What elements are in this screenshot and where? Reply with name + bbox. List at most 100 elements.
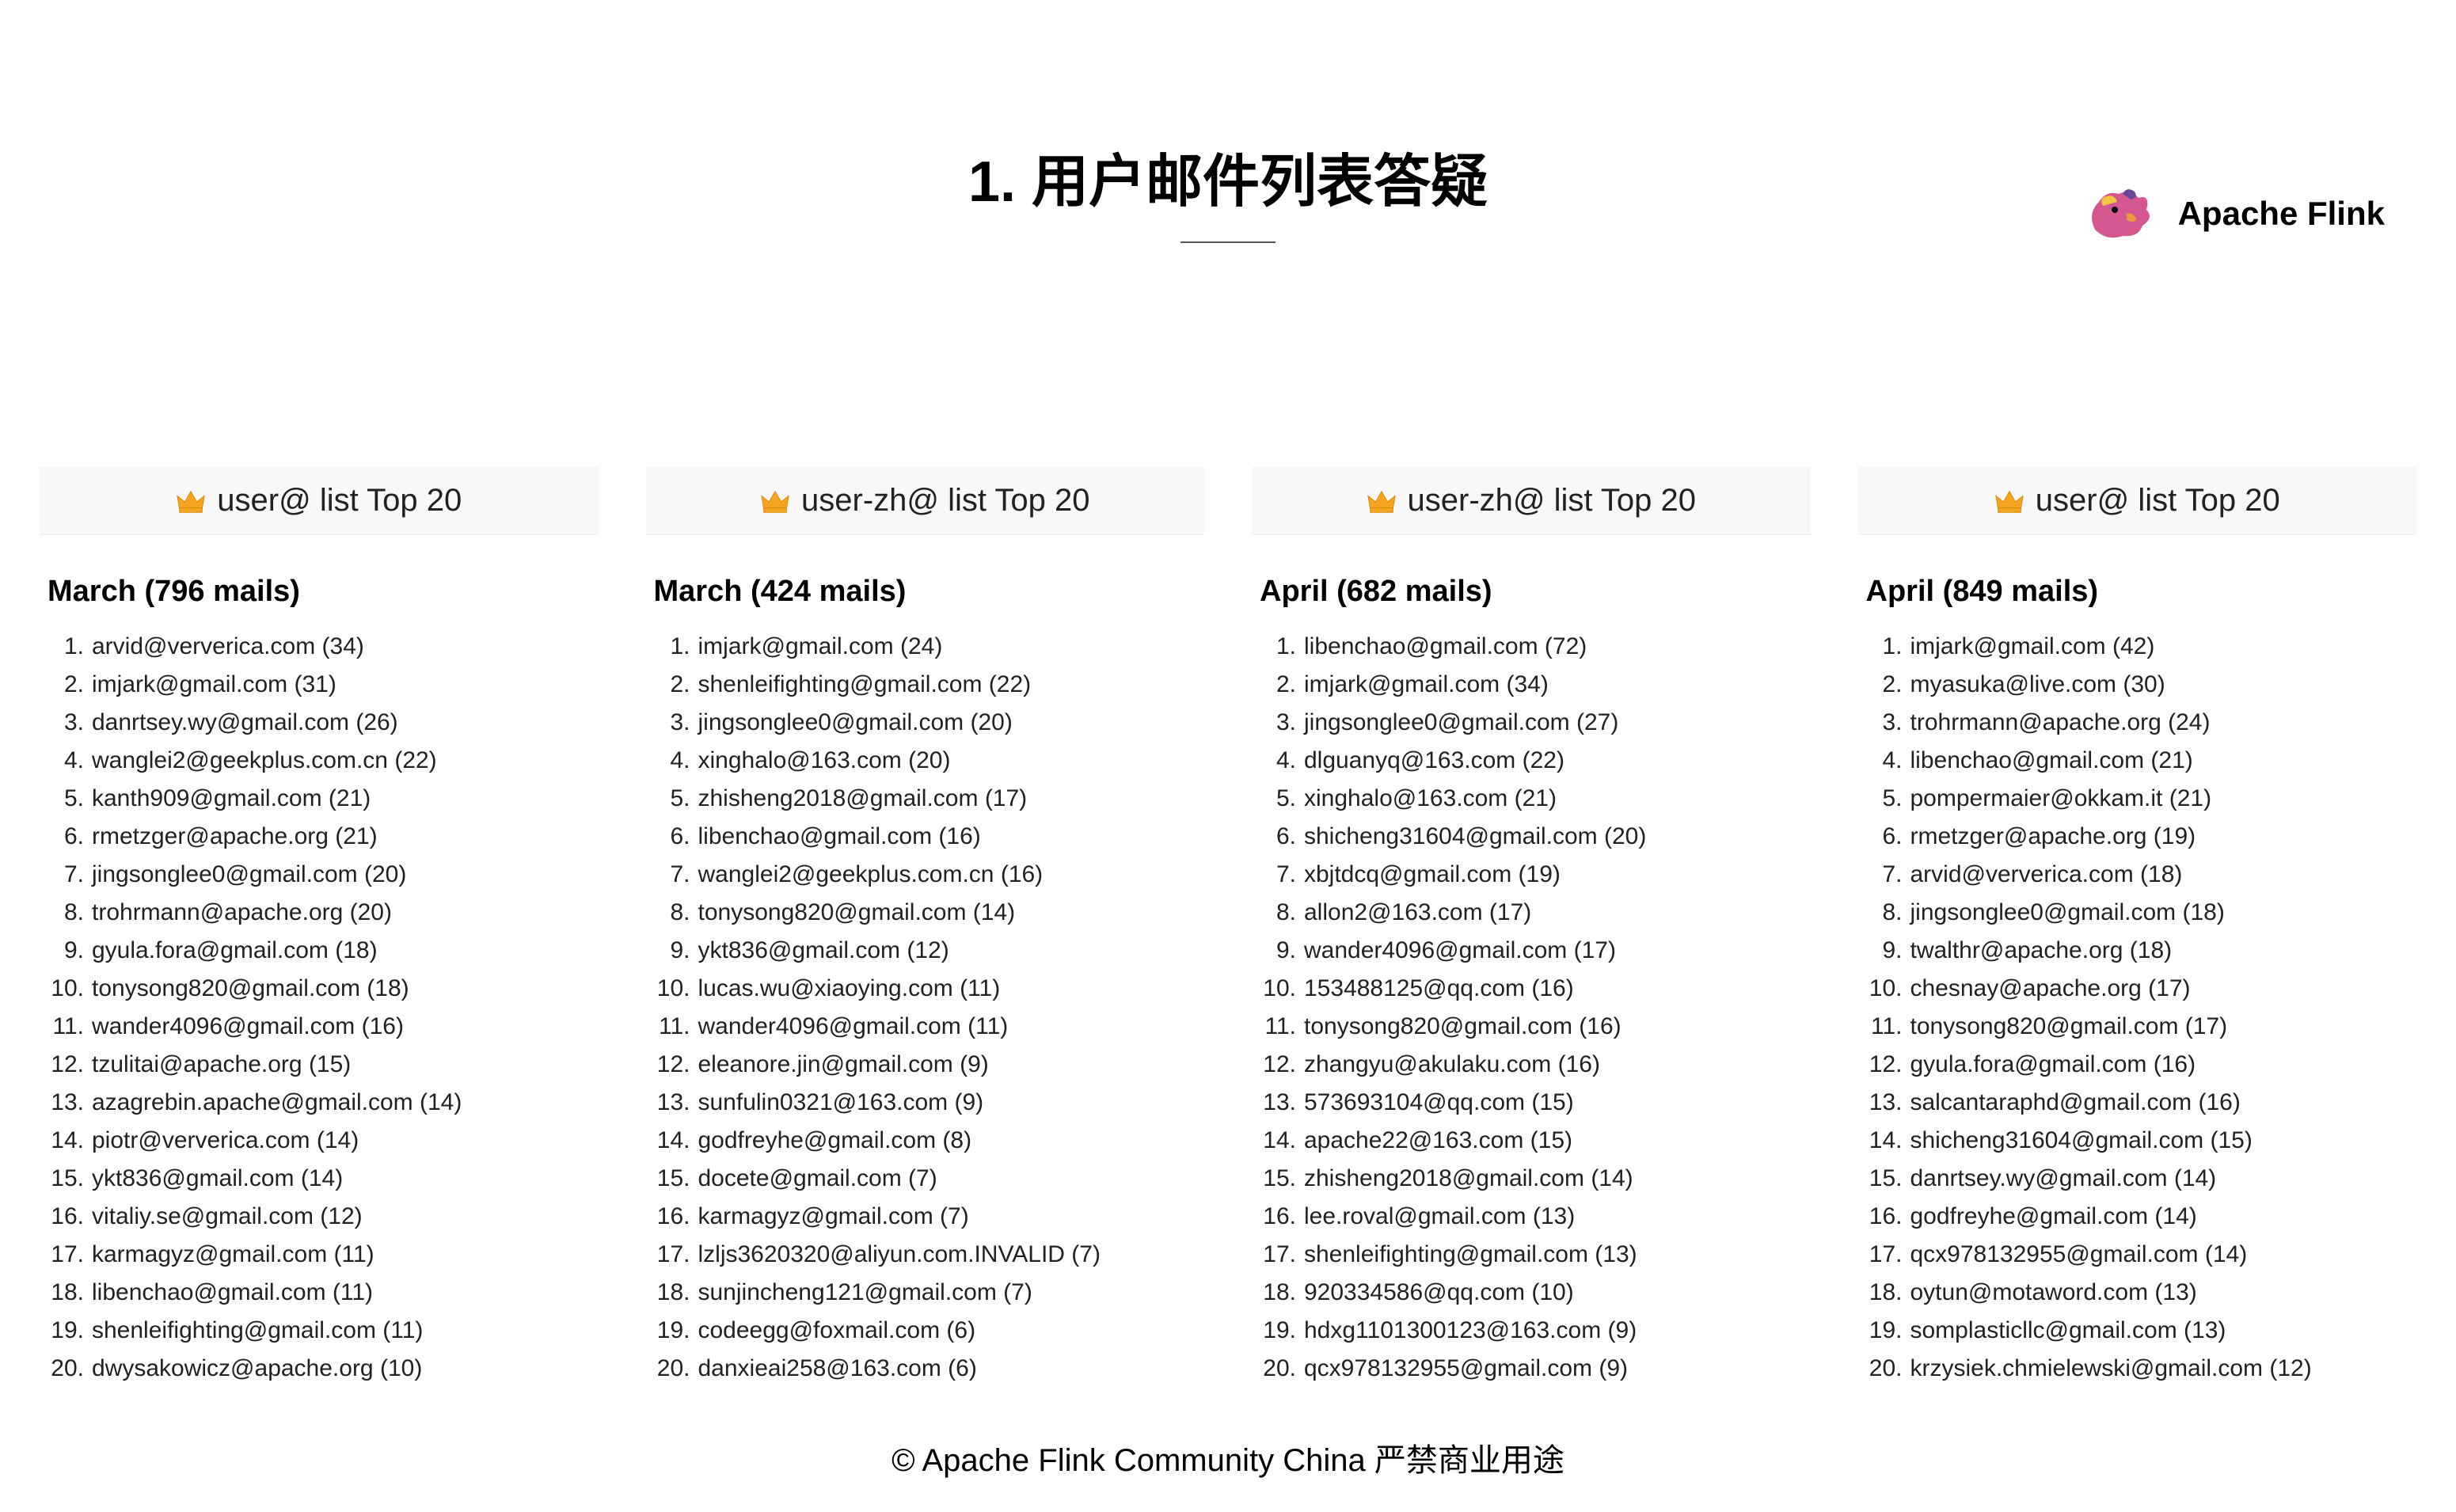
rank-number: 12. xyxy=(654,1046,690,1084)
title-underline xyxy=(1180,241,1276,243)
month-title-0: March (796 mails) xyxy=(40,575,599,609)
rank-number: 20. xyxy=(1260,1350,1296,1388)
list-item: 8.trohrmann@apache.org (20) xyxy=(48,894,599,932)
list-item: 2.imjark@gmail.com (31) xyxy=(48,666,599,704)
rank-entry: jingsonglee0@gmail.com (18) xyxy=(1910,894,2225,932)
rank-number: 19. xyxy=(48,1312,84,1350)
rank-number: 10. xyxy=(1866,970,1903,1008)
rank-number: 10. xyxy=(654,970,690,1008)
rank-entry: libenchao@gmail.com (16) xyxy=(698,818,981,856)
rank-number: 1. xyxy=(1260,628,1296,666)
rank-entry: danrtsey.wy@gmail.com (14) xyxy=(1910,1160,2217,1198)
rank-number: 9. xyxy=(1866,932,1903,970)
list-item: 19.shenleifighting@gmail.com (11) xyxy=(48,1312,599,1350)
column-header-text: user-zh@ list Top 20 xyxy=(1408,483,1696,519)
list-item: 15.ykt836@gmail.com (14) xyxy=(48,1160,599,1198)
column-0: user@ list Top 20 March (796 mails) 1.ar… xyxy=(16,467,622,1388)
list-item: 14.shicheng31604@gmail.com (15) xyxy=(1866,1122,2417,1160)
list-item: 1.imjark@gmail.com (42) xyxy=(1866,628,2417,666)
list-item: 19.hdxg1101300123@163.com (9) xyxy=(1260,1312,1811,1350)
column-3: user@ list Top 20 April (849 mails) 1.im… xyxy=(1834,467,2441,1388)
rank-entry: ykt836@gmail.com (14) xyxy=(92,1160,343,1198)
list-item: 20.qcx978132955@gmail.com (9) xyxy=(1260,1350,1811,1388)
list-item: 12.eleanore.jin@gmail.com (9) xyxy=(654,1046,1205,1084)
rank-number: 9. xyxy=(1260,932,1296,970)
rank-number: 8. xyxy=(1260,894,1296,932)
list-item: 16.godfreyhe@gmail.com (14) xyxy=(1866,1198,2417,1236)
list-item: 7.jingsonglee0@gmail.com (20) xyxy=(48,856,599,894)
list-item: 16.vitaliy.se@gmail.com (12) xyxy=(48,1198,599,1236)
rank-number: 15. xyxy=(1866,1160,1903,1198)
list-item: 3.danrtsey.wy@gmail.com (26) xyxy=(48,704,599,742)
month-title-2: April (682 mails) xyxy=(1252,575,1811,609)
rank-entry: shicheng31604@gmail.com (15) xyxy=(1910,1122,2253,1160)
rank-number: 12. xyxy=(1260,1046,1296,1084)
rank-entry: docete@gmail.com (7) xyxy=(698,1160,937,1198)
ranking-list-0: 1.arvid@ververica.com (34)2.imjark@gmail… xyxy=(40,628,599,1388)
rank-entry: zhangyu@akulaku.com (16) xyxy=(1304,1046,1600,1084)
rank-number: 13. xyxy=(654,1084,690,1122)
rank-number: 17. xyxy=(1260,1236,1296,1274)
rank-number: 20. xyxy=(48,1350,84,1388)
column-header-2: user-zh@ list Top 20 xyxy=(1252,467,1811,535)
rank-entry: danxieai258@163.com (6) xyxy=(698,1350,977,1388)
rank-number: 14. xyxy=(1866,1122,1903,1160)
rank-entry: lee.roval@gmail.com (13) xyxy=(1304,1198,1575,1236)
rank-entry: rmetzger@apache.org (21) xyxy=(92,818,378,856)
rank-number: 16. xyxy=(1260,1198,1296,1236)
list-item: 18.sunjincheng121@gmail.com (7) xyxy=(654,1274,1205,1312)
rank-entry: godfreyhe@gmail.com (8) xyxy=(698,1122,972,1160)
rank-number: 15. xyxy=(654,1160,690,1198)
column-header-text: user-zh@ list Top 20 xyxy=(801,483,1089,519)
rank-number: 18. xyxy=(48,1274,84,1312)
rank-entry: krzysiek.chmielewski@gmail.com (12) xyxy=(1910,1350,2312,1388)
list-item: 13.salcantaraphd@gmail.com (16) xyxy=(1866,1084,2417,1122)
rank-number: 17. xyxy=(48,1236,84,1274)
rank-number: 19. xyxy=(1260,1312,1296,1350)
rank-number: 15. xyxy=(1260,1160,1296,1198)
rank-number: 17. xyxy=(1866,1236,1903,1274)
list-item: 7.xbjtdcq@gmail.com (19) xyxy=(1260,856,1811,894)
list-item: 20.dwysakowicz@apache.org (10) xyxy=(48,1350,599,1388)
list-item: 20.krzysiek.chmielewski@gmail.com (12) xyxy=(1866,1350,2417,1388)
list-item: 3.jingsonglee0@gmail.com (20) xyxy=(654,704,1205,742)
list-item: 16.lee.roval@gmail.com (13) xyxy=(1260,1198,1811,1236)
column-header-text: user@ list Top 20 xyxy=(2036,483,2280,519)
list-item: 9.gyula.fora@gmail.com (18) xyxy=(48,932,599,970)
rank-number: 4. xyxy=(654,742,690,780)
rank-entry: arvid@ververica.com (34) xyxy=(92,628,364,666)
rank-number: 3. xyxy=(1866,704,1903,742)
rank-entry: tonysong820@gmail.com (14) xyxy=(698,894,1016,932)
list-item: 1.imjark@gmail.com (24) xyxy=(654,628,1205,666)
rank-number: 7. xyxy=(48,856,84,894)
list-item: 9.ykt836@gmail.com (12) xyxy=(654,932,1205,970)
list-item: 13.sunfulin0321@163.com (9) xyxy=(654,1084,1205,1122)
rank-number: 5. xyxy=(1866,780,1903,818)
list-item: 5.zhisheng2018@gmail.com (17) xyxy=(654,780,1205,818)
rank-entry: wander4096@gmail.com (11) xyxy=(698,1008,1009,1046)
list-item: 8.allon2@163.com (17) xyxy=(1260,894,1811,932)
rank-number: 3. xyxy=(654,704,690,742)
rank-entry: zhisheng2018@gmail.com (14) xyxy=(1304,1160,1633,1198)
list-item: 2.myasuka@live.com (30) xyxy=(1866,666,2417,704)
rank-number: 8. xyxy=(654,894,690,932)
list-item: 17.shenleifighting@gmail.com (13) xyxy=(1260,1236,1811,1274)
rank-entry: wander4096@gmail.com (16) xyxy=(92,1008,404,1046)
rank-number: 6. xyxy=(1866,818,1903,856)
rank-entry: trohrmann@apache.org (20) xyxy=(92,894,392,932)
rank-entry: 573693104@qq.com (15) xyxy=(1304,1084,1574,1122)
list-item: 15.docete@gmail.com (7) xyxy=(654,1160,1205,1198)
list-item: 4.xinghalo@163.com (20) xyxy=(654,742,1205,780)
rank-number: 13. xyxy=(1866,1084,1903,1122)
rank-entry: tzulitai@apache.org (15) xyxy=(92,1046,351,1084)
rank-number: 20. xyxy=(654,1350,690,1388)
list-item: 16.karmagyz@gmail.com (7) xyxy=(654,1198,1205,1236)
rank-number: 10. xyxy=(48,970,84,1008)
list-item: 14.piotr@ververica.com (14) xyxy=(48,1122,599,1160)
rank-entry: azagrebin.apache@gmail.com (14) xyxy=(92,1084,462,1122)
rank-entry: karmagyz@gmail.com (7) xyxy=(698,1198,969,1236)
list-item: 1.arvid@ververica.com (34) xyxy=(48,628,599,666)
rank-number: 17. xyxy=(654,1236,690,1274)
rank-entry: sunfulin0321@163.com (9) xyxy=(698,1084,984,1122)
list-item: 19.codeegg@foxmail.com (6) xyxy=(654,1312,1205,1350)
